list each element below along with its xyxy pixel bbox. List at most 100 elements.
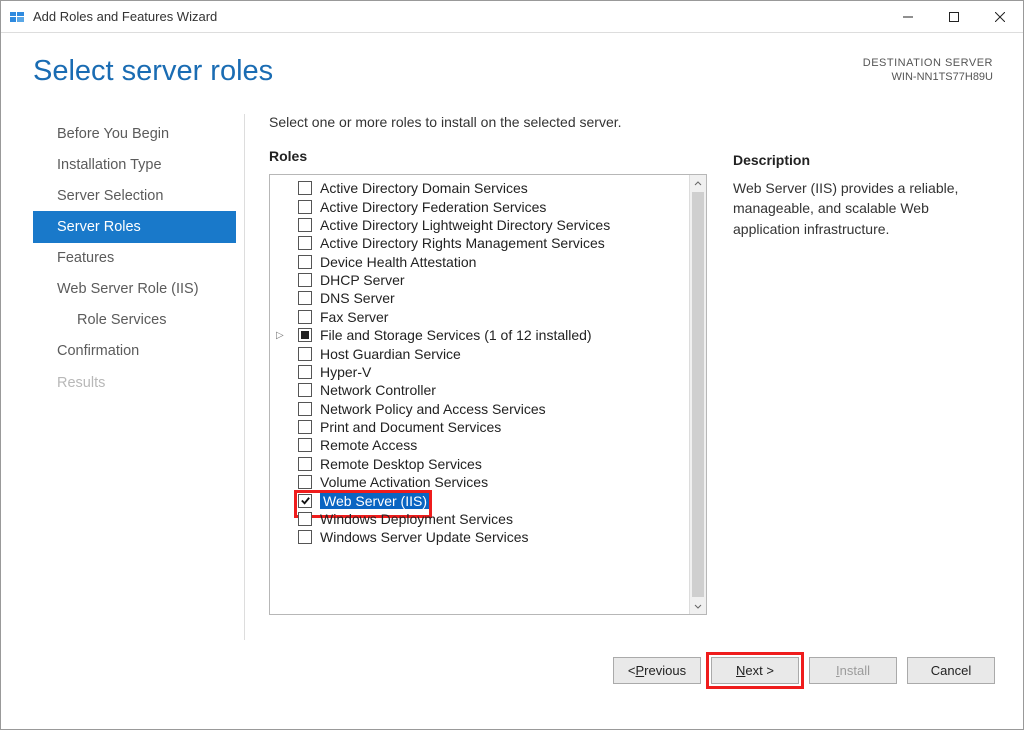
sidebar: Before You BeginInstallation TypeServer … — [33, 114, 245, 640]
role-item[interactable]: Web Server (IIS) — [270, 491, 689, 509]
role-label: Network Controller — [320, 382, 436, 398]
destination-label: DESTINATION SERVER — [863, 57, 993, 69]
role-checkbox[interactable] — [298, 218, 312, 232]
role-item[interactable]: Windows Server Update Services — [270, 528, 689, 546]
role-label: Active Directory Federation Services — [320, 199, 546, 215]
role-label: Windows Server Update Services — [320, 529, 529, 545]
role-label: Print and Document Services — [320, 419, 501, 435]
role-checkbox[interactable] — [298, 457, 312, 471]
role-item[interactable]: Remote Desktop Services — [270, 455, 689, 473]
role-label: Remote Access — [320, 437, 417, 453]
nav-item-role-services[interactable]: Role Services — [33, 305, 236, 336]
role-item[interactable]: Network Controller — [270, 381, 689, 399]
nav-item-before-you-begin[interactable]: Before You Begin — [33, 118, 236, 149]
role-checkbox[interactable] — [298, 328, 312, 342]
next-button[interactable]: Next > — [711, 657, 799, 684]
roles-listbox[interactable]: Active Directory Domain Services Active D… — [269, 174, 707, 615]
role-label: Web Server (IIS) — [320, 493, 430, 509]
install-button[interactable]: Install — [809, 657, 897, 684]
previous-mnemonic: P — [636, 663, 645, 678]
scroll-down-button[interactable] — [690, 597, 706, 614]
role-checkbox[interactable] — [298, 420, 312, 434]
role-checkbox[interactable] — [298, 494, 312, 508]
previous-button[interactable]: < Previous — [613, 657, 701, 684]
cancel-button[interactable]: Cancel — [907, 657, 995, 684]
page-heading: Select server roles — [33, 55, 863, 88]
role-label: Network Policy and Access Services — [320, 401, 546, 417]
roles-section-label: Roles — [269, 148, 707, 164]
role-checkbox[interactable] — [298, 255, 312, 269]
nav-item-installation-type[interactable]: Installation Type — [33, 149, 236, 180]
role-checkbox[interactable] — [298, 291, 312, 305]
maximize-button[interactable] — [931, 1, 977, 33]
install-suffix: nstall — [840, 663, 870, 678]
role-label: File and Storage Services (1 of 12 insta… — [320, 327, 592, 343]
nav-item-server-selection[interactable]: Server Selection — [33, 180, 236, 211]
header: Select server roles DESTINATION SERVER W… — [1, 33, 1023, 92]
role-item[interactable]: Device Health Attestation — [270, 253, 689, 271]
role-item[interactable]: Active Directory Federation Services — [270, 197, 689, 215]
role-checkbox[interactable] — [298, 181, 312, 195]
scroll-track[interactable] — [690, 192, 706, 597]
role-label: DHCP Server — [320, 272, 405, 288]
role-checkbox[interactable] — [298, 512, 312, 526]
role-checkbox[interactable] — [298, 273, 312, 287]
role-label: Active Directory Rights Management Servi… — [320, 235, 605, 251]
previous-suffix: revious — [644, 663, 686, 678]
nav-item-features[interactable]: Features — [33, 243, 236, 274]
role-item[interactable]: Host Guardian Service — [270, 344, 689, 362]
role-checkbox[interactable] — [298, 365, 312, 379]
minimize-button[interactable] — [885, 1, 931, 33]
scroll-up-button[interactable] — [690, 175, 706, 192]
role-label: Hyper-V — [320, 364, 371, 380]
role-label: Remote Desktop Services — [320, 456, 482, 472]
close-button[interactable] — [977, 1, 1023, 33]
role-checkbox[interactable] — [298, 402, 312, 416]
next-mnemonic: N — [736, 663, 745, 678]
description-section-label: Description — [733, 152, 993, 168]
role-item[interactable]: DNS Server — [270, 289, 689, 307]
app-icon — [9, 9, 25, 25]
role-label: Active Directory Lightweight Directory S… — [320, 217, 610, 233]
role-item[interactable]: Print and Document Services — [270, 418, 689, 436]
role-item[interactable]: DHCP Server — [270, 271, 689, 289]
role-label: Volume Activation Services — [320, 474, 488, 490]
role-item[interactable]: Hyper-V — [270, 363, 689, 381]
role-item[interactable]: Active Directory Rights Management Servi… — [270, 234, 689, 252]
previous-prefix: < — [628, 663, 636, 678]
role-label: Active Directory Domain Services — [320, 180, 528, 196]
nav-item-server-roles[interactable]: Server Roles — [33, 211, 236, 242]
scrollbar[interactable] — [689, 175, 706, 614]
role-checkbox[interactable] — [298, 236, 312, 250]
nav-item-web-server-role-iis-[interactable]: Web Server Role (IIS) — [33, 274, 236, 305]
role-checkbox[interactable] — [298, 530, 312, 544]
role-item[interactable]: Remote Access — [270, 436, 689, 454]
role-label: Windows Deployment Services — [320, 511, 513, 527]
role-label: DNS Server — [320, 290, 395, 306]
role-item[interactable]: Active Directory Lightweight Directory S… — [270, 216, 689, 234]
role-item[interactable]: Fax Server — [270, 308, 689, 326]
nav-item-confirmation[interactable]: Confirmation — [33, 336, 236, 367]
role-checkbox[interactable] — [298, 383, 312, 397]
description-text: Web Server (IIS) provides a reliable, ma… — [733, 178, 993, 239]
role-label: Device Health Attestation — [320, 254, 476, 270]
main: Before You BeginInstallation TypeServer … — [1, 92, 1023, 640]
role-checkbox[interactable] — [298, 200, 312, 214]
destination-block: DESTINATION SERVER WIN-NN1TS77H89U — [863, 55, 993, 88]
role-checkbox[interactable] — [298, 475, 312, 489]
expander-icon[interactable]: ▷ — [276, 330, 287, 341]
role-checkbox[interactable] — [298, 310, 312, 324]
nav-item-results: Results — [33, 367, 236, 398]
role-checkbox[interactable] — [298, 347, 312, 361]
scroll-thumb[interactable] — [692, 192, 704, 597]
next-suffix: ext > — [745, 663, 774, 678]
role-item[interactable]: ▷ File and Storage Services (1 of 12 inst… — [270, 326, 689, 344]
destination-name: WIN-NN1TS77H89U — [863, 71, 993, 83]
role-item[interactable]: Network Policy and Access Services — [270, 400, 689, 418]
footer: < Previous Next > Install Cancel — [1, 640, 1023, 700]
cancel-label: Cancel — [931, 663, 971, 678]
role-item[interactable]: Active Directory Domain Services — [270, 179, 689, 197]
role-item[interactable]: Volume Activation Services — [270, 473, 689, 491]
role-checkbox[interactable] — [298, 438, 312, 452]
role-item[interactable]: Windows Deployment Services — [270, 510, 689, 528]
